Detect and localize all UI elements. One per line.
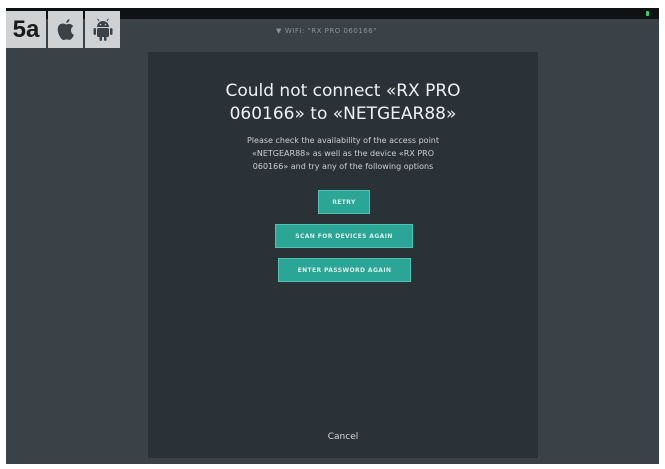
dialog-message: Please check the availability of the acc… xyxy=(218,134,468,173)
dialog-message-line-3: 060166» and try any of the following opt… xyxy=(252,162,434,171)
retry-button[interactable]: RETRY xyxy=(318,190,370,214)
status-indicator-icon xyxy=(646,11,649,16)
dialog-title-line-2: 060166» to «NETGEAR88» xyxy=(229,104,457,124)
connection-error-dialog: Could not connect «RX PRO 060166» to «NE… xyxy=(148,52,538,458)
step-label: 5a xyxy=(6,11,46,48)
dialog-message-line-1: Please check the availability of the acc… xyxy=(246,136,439,145)
scan-for-devices-button[interactable]: SCAN FOR DEVICES AGAIN xyxy=(275,224,413,248)
wifi-status-text: WIFI: "RX PRO 060166" xyxy=(284,27,377,35)
step-badge: 5a xyxy=(6,11,120,48)
device-screen: ▼ WIFI: "RX PRO 060166" Could not connect… xyxy=(6,8,659,464)
dialog-title: Could not connect «RX PRO 060166» to «NE… xyxy=(148,80,538,126)
wifi-icon: ▼ xyxy=(276,27,282,35)
cancel-button[interactable]: Cancel xyxy=(148,432,538,442)
android-icon xyxy=(85,11,120,48)
dialog-message-line-2: «NETGEAR88» as well as the device «RX PR… xyxy=(251,149,435,158)
dialog-title-line-1: Could not connect «RX PRO xyxy=(225,81,461,101)
wifi-status: ▼ WIFI: "RX PRO 060166" xyxy=(276,27,377,35)
enter-password-button[interactable]: ENTER PASSWORD AGAIN xyxy=(278,258,411,282)
apple-icon xyxy=(48,11,83,48)
